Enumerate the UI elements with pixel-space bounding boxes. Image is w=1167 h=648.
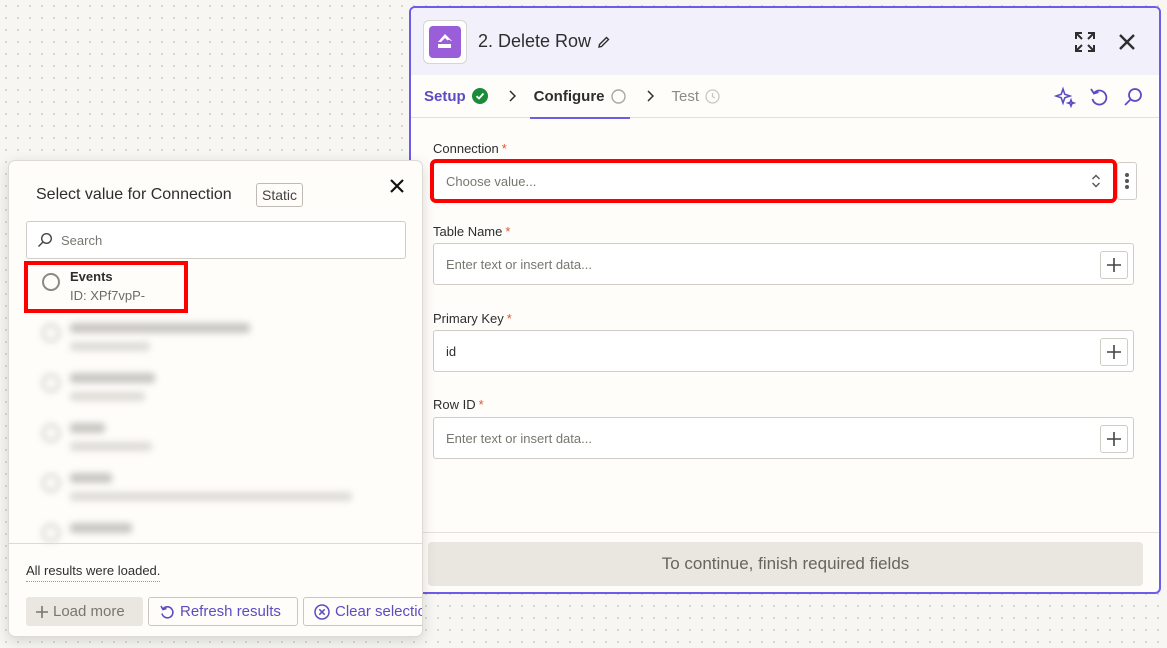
insert-data-button[interactable] — [1100, 338, 1128, 366]
footer-divider — [411, 532, 1159, 533]
primary-key-value: id — [446, 343, 457, 359]
row-id-label: Row ID * — [433, 397, 484, 412]
required-marker: * — [501, 141, 507, 156]
refresh-label: Refresh results — [180, 603, 281, 620]
edit-icon[interactable] — [597, 35, 611, 49]
app-logo — [423, 19, 467, 64]
row-id-placeholder: Enter text or insert data... — [446, 430, 592, 446]
expand-icon[interactable] — [1073, 30, 1097, 54]
plus-icon — [1107, 432, 1121, 446]
search-field — [26, 221, 406, 259]
plus-icon — [1107, 258, 1121, 272]
static-badge[interactable]: Static — [256, 183, 304, 207]
tab-setup[interactable]: Setup — [424, 75, 488, 118]
clear-label: Clear selection — [335, 603, 422, 620]
connection-select[interactable]: Choose value... — [430, 159, 1117, 203]
connection-options-button[interactable] — [1117, 162, 1137, 200]
option-id: ID: XPf7vpP- — [70, 288, 146, 303]
list-item[interactable] — [26, 514, 406, 542]
popover-title: Select value for Connection — [36, 186, 232, 203]
radio-button[interactable] — [42, 273, 60, 291]
search-input[interactable] — [61, 232, 381, 248]
radio-button[interactable] — [42, 324, 60, 342]
app-logo-icon — [429, 25, 461, 58]
undo-icon[interactable] — [1087, 85, 1111, 109]
required-marker: * — [478, 397, 484, 412]
refresh-results-button[interactable]: Refresh results — [148, 597, 298, 626]
list-item[interactable] — [26, 314, 406, 362]
connection-label: Connection * — [433, 141, 507, 156]
tab-test[interactable]: Test — [672, 75, 721, 118]
list-item[interactable] — [26, 464, 406, 512]
chevron-right-icon — [508, 90, 516, 102]
close-icon[interactable] — [386, 175, 408, 197]
table-name-placeholder: Enter text or insert data... — [446, 256, 592, 272]
primary-key-field[interactable]: id — [433, 330, 1134, 372]
select-value-popover: Select value for Connection Static Event… — [8, 160, 423, 637]
pending-circle-icon — [610, 88, 626, 104]
sparkle-icon[interactable] — [1053, 85, 1077, 109]
check-circle-icon — [471, 88, 488, 104]
popover-divider — [9, 543, 422, 544]
tab-setup-label: Setup — [424, 87, 466, 105]
updown-icon — [1091, 174, 1101, 188]
plus-icon — [36, 605, 48, 618]
insert-data-button[interactable] — [1100, 425, 1128, 453]
panel-header: 2. Delete Row — [411, 8, 1159, 75]
row-id-field[interactable]: Enter text or insert data... — [433, 417, 1134, 459]
results-status: All results were loaded. — [26, 563, 161, 582]
panel-title: 2. Delete Row — [478, 31, 592, 51]
tab-configure[interactable]: Configure — [529, 75, 630, 119]
table-name-field[interactable]: Enter text or insert data... — [433, 243, 1134, 285]
option-events[interactable]: Events ID: XPf7vpP- — [24, 261, 188, 313]
step-tabs: Setup Configure Test — [411, 75, 1159, 119]
search-icon[interactable] — [1121, 85, 1145, 109]
list-item[interactable] — [26, 364, 406, 412]
plus-icon — [1107, 345, 1121, 359]
step-panel: 2. Delete Row Setup Configure Test Conne… — [409, 6, 1161, 594]
required-marker: * — [505, 224, 511, 239]
insert-data-button[interactable] — [1100, 251, 1128, 279]
close-icon[interactable] — [1115, 30, 1139, 54]
radio-button[interactable] — [42, 374, 60, 392]
timer-icon — [705, 88, 720, 104]
refresh-icon — [160, 605, 174, 619]
continue-button[interactable]: To continue, finish required fields — [428, 542, 1143, 586]
load-more-label: Load more — [53, 603, 125, 620]
option-name: Events — [70, 269, 113, 284]
clear-circle-icon — [314, 603, 330, 620]
radio-button[interactable] — [42, 474, 60, 492]
tab-test-label: Test — [671, 87, 700, 105]
tab-configure-label: Configure — [533, 87, 605, 105]
clear-selection-button[interactable]: Clear selection — [303, 597, 422, 626]
chevron-right-icon — [646, 90, 654, 102]
load-more-button[interactable]: Load more — [26, 597, 143, 626]
kebab-icon — [1125, 173, 1129, 189]
table-name-label: Table Name * — [433, 224, 511, 239]
list-item[interactable] — [26, 414, 406, 462]
primary-key-label: Primary Key * — [433, 311, 512, 326]
connection-placeholder: Choose value... — [446, 173, 537, 189]
radio-button[interactable] — [42, 524, 60, 542]
radio-button[interactable] — [42, 424, 60, 442]
search-icon — [38, 232, 53, 247]
required-marker: * — [506, 311, 512, 326]
